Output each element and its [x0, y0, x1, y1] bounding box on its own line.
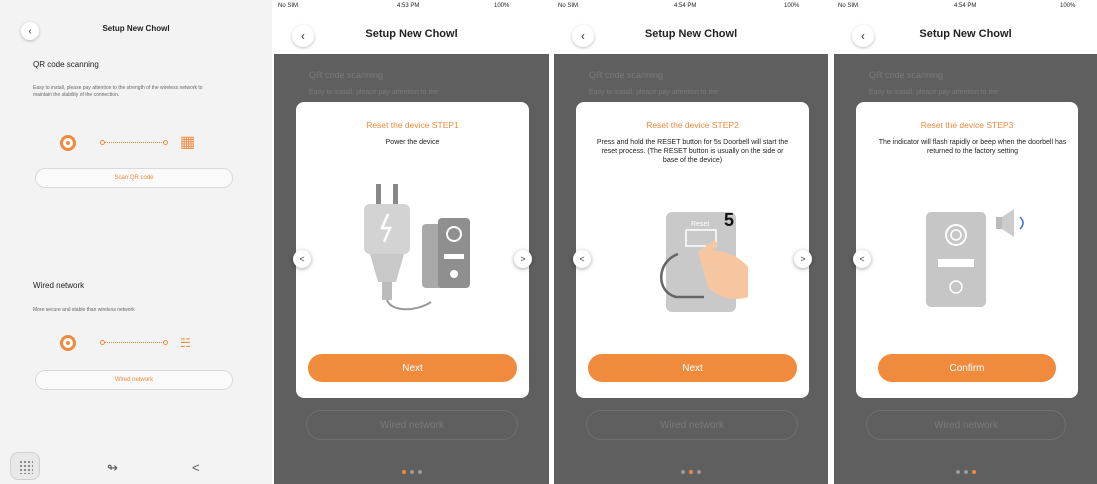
bg-qr-desc: Easy to install, please pay attention to… [589, 89, 719, 96]
step-title: Reset the device STEP1 [366, 120, 459, 130]
carrier: No SIM [278, 3, 299, 9]
cursor-icon[interactable]: ↬ [107, 461, 118, 475]
status-bar: No SIM 4:54 PM 100% [554, 0, 828, 14]
bg-qr-title: QR code scanning [869, 70, 944, 80]
page-indicator [834, 461, 1097, 479]
page-indicator [554, 461, 828, 479]
status-bar: No SIM 4:53 PM 100% [274, 0, 549, 14]
back-button[interactable]: ‹ [21, 22, 39, 40]
nav-bar: ‹ Setup New Chowl [554, 14, 828, 54]
next-button[interactable]: Next [588, 354, 797, 382]
status-bar: No SIM 4:54 PM 100% [834, 0, 1097, 14]
page-dot [955, 470, 960, 474]
page-title: Setup New Chowl [919, 28, 1012, 40]
bg-wired-network-button: Wired network [306, 410, 518, 440]
plug-illustration [364, 184, 470, 311]
phone-step2: No SIM 4:54 PM 100% ‹ Setup New Chowl QR… [554, 0, 828, 484]
page-dot [409, 470, 414, 474]
wired-section-title: Wired network [33, 281, 85, 290]
next-button[interactable]: Next [308, 354, 517, 382]
home-grid-button[interactable] [10, 452, 40, 480]
doorbell-illustration [926, 209, 1024, 307]
home-grid-icon [19, 460, 33, 474]
page-dot [697, 470, 701, 474]
wired-section-desc: More secure and stable than wireless net… [33, 307, 135, 313]
bg-qr-title: QR code scanning [309, 70, 384, 80]
battery: 100% [784, 3, 800, 9]
bg-qr-desc: Easy to install, please pay attention to… [869, 89, 999, 96]
prev-step-button[interactable]: < [293, 250, 311, 268]
share-icon[interactable]: < [192, 461, 200, 475]
carrier: No SIM [558, 3, 579, 9]
page-dot [689, 470, 693, 474]
time: 4:54 PM [954, 3, 977, 9]
chevron-right-icon: > [520, 254, 526, 264]
time: 4:53 PM [397, 3, 420, 9]
phone-step3: No SIM 4:54 PM 100% ‹ Setup New Chowl QR… [834, 0, 1097, 484]
bg-qr-desc: Easy to install, please pay attention to… [309, 89, 439, 96]
bg-qr-title: QR code scanning [589, 70, 664, 80]
step-instruction: Power the device [385, 139, 440, 146]
bg-wired-network-button: Wired network [586, 410, 798, 440]
scan-qr-button[interactable]: Scan QR code [35, 168, 233, 188]
time: 4:54 PM [674, 3, 697, 9]
page-dot [401, 470, 406, 474]
doorbell-icon [926, 212, 986, 307]
qr-section-desc: Easy to install, please pay attention to… [33, 85, 203, 98]
doorbell-icon [422, 218, 470, 288]
page-dot [417, 470, 422, 474]
page-dot [963, 470, 968, 474]
step-title: Reset the device STEP3 [920, 120, 1014, 130]
reset-dialog: Reset the device STEP1 Power the device … [293, 102, 532, 398]
bg-wired-network-button: Wired network [866, 410, 1066, 440]
doorbell-icon [60, 335, 76, 351]
chevron-right-icon: > [800, 254, 806, 264]
page-title: Setup New Chowl [102, 24, 170, 33]
battery: 100% [1060, 3, 1076, 9]
step-instruction: The indicator will flash rapidly or beep… [878, 139, 1067, 155]
doorbell-icon [60, 135, 76, 151]
chevron-left-icon: < [859, 254, 865, 264]
flow-line [104, 142, 164, 143]
page-dot [681, 470, 685, 474]
confirm-button[interactable]: Confirm [878, 354, 1056, 382]
wired-network-button[interactable]: Wired network [35, 370, 233, 390]
qr-flow-diagram: ▦ [60, 135, 210, 155]
step-instruction: Press and hold the RESET button for 5s D… [596, 139, 789, 164]
flow-dot-end [163, 340, 168, 345]
qr-section-title: QR code scanning [33, 60, 99, 69]
step-title: Reset the device STEP2 [646, 120, 739, 130]
next-step-arrow[interactable]: > [514, 250, 532, 268]
prev-step-button[interactable]: < [853, 250, 871, 268]
reset-label: Reset [691, 221, 709, 228]
speaker-icon [996, 209, 1024, 237]
plug-icon [364, 184, 432, 311]
nav-bar: ‹ Setup New Chowl [274, 14, 549, 54]
page-title: Setup New Chowl [644, 28, 738, 40]
qr-code-icon: ▦ [180, 134, 196, 151]
top-bar: ‹ Setup New Chowl [0, 0, 272, 52]
page-indicator [274, 461, 549, 479]
chevron-left-icon: < [579, 254, 585, 264]
battery: 100% [494, 3, 510, 9]
page-dot [971, 470, 976, 474]
countdown-number: 5 [724, 210, 734, 230]
chevron-left-icon: < [299, 254, 305, 264]
reset-illustration: Reset 5 [660, 210, 748, 312]
prev-step-button[interactable]: < [573, 250, 591, 268]
reset-dialog: Reset the device STEP2 Press and hold th… [573, 102, 812, 398]
carrier: No SIM [838, 3, 859, 9]
reset-dialog: Reset the device STEP3 The indicator wil… [853, 102, 1078, 398]
wired-flow-diagram: ☵ [60, 335, 210, 355]
nav-bar: ‹ Setup New Chowl [834, 14, 1097, 54]
setup-main-screen: ‹ Setup New Chowl QR code scanning Easy … [0, 0, 272, 484]
flow-line [104, 342, 164, 343]
flow-dot-end [163, 140, 168, 145]
phone-step1: No SIM 4:53 PM 100% ‹ Setup New Chowl QR… [274, 0, 549, 484]
back-icon: ‹ [28, 25, 32, 37]
page-title: Setup New Chowl [365, 28, 458, 40]
next-step-arrow[interactable]: > [794, 250, 812, 268]
router-icon: ☵ [180, 336, 191, 350]
